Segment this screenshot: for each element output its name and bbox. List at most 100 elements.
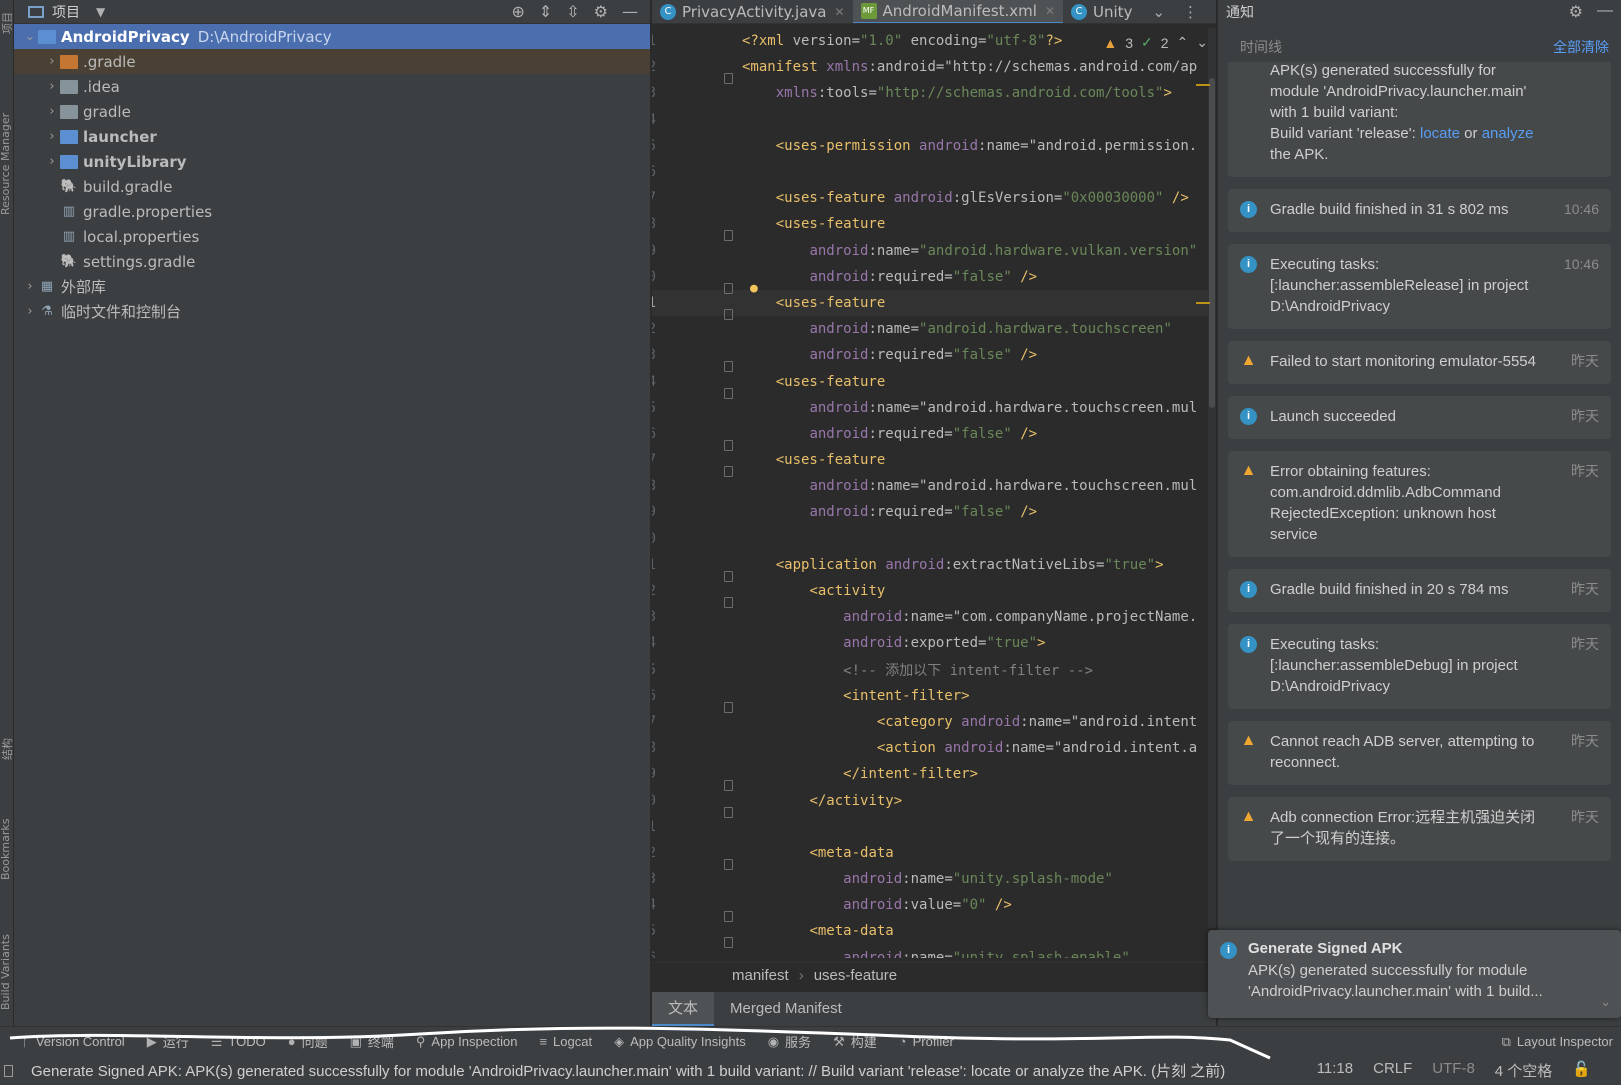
project-title[interactable]: 项目 [52, 2, 80, 22]
locate-link[interactable]: locate [1420, 125, 1460, 142]
minimize-icon[interactable]: — [622, 2, 638, 21]
status-panel-icon[interactable] [4, 1064, 13, 1077]
caret-position[interactable]: 11:18 [1317, 1060, 1353, 1081]
strip-label-build-variants[interactable]: Build Variants [0, 934, 12, 1010]
line-number[interactable]: 12 [652, 321, 664, 337]
line-number[interactable]: 17 [652, 452, 664, 468]
tool-window-version-control[interactable]: ᚴ Version Control [22, 1034, 125, 1049]
line-number[interactable]: 31 [652, 819, 664, 835]
tool-window-profiler[interactable]: ◔ Profiler [899, 1034, 954, 1049]
code-line[interactable]: 26 <intent-filter> [652, 683, 1216, 713]
line-number[interactable]: 4 [652, 112, 664, 128]
fold-icon[interactable] [724, 806, 733, 818]
lightbulb-icon[interactable]: ● [750, 281, 758, 296]
tab-text[interactable]: 文本 [652, 992, 715, 1026]
notification-card[interactable]: ▲ Adb connection Error:远程主机强迫关闭了一个现有的连接。 昨… [1228, 797, 1611, 861]
notification-card[interactable]: i Launch succeeded 昨天 [1228, 396, 1611, 439]
line-number[interactable]: 25 [652, 662, 664, 678]
line-number[interactable]: 35 [652, 923, 664, 939]
tree-item[interactable]: 🐘 build.gradle [14, 174, 650, 199]
line-number[interactable]: 20 [652, 531, 664, 547]
line-number[interactable]: 14 [652, 374, 664, 390]
line-number[interactable]: 11 [652, 295, 664, 311]
fold-icon[interactable] [724, 911, 733, 923]
tab-unity[interactable]: C Unity [1063, 0, 1140, 23]
code-line[interactable]: 7 <uses-feature android:glEsVersion="0x0… [652, 185, 1216, 211]
notification-card[interactable]: APK(s) generated successfully for module… [1228, 62, 1611, 177]
code-line[interactable]: 12 android:name="android.hardware.touchs… [652, 316, 1216, 342]
code-line[interactable]: 16 android:required="false" /> [652, 421, 1216, 451]
tool-window-app-inspection[interactable]: ⚲ App Inspection [416, 1034, 518, 1050]
code-line[interactable]: 11 <uses-feature [652, 289, 1216, 320]
chevron-right-icon[interactable]: › [22, 304, 38, 319]
analyze-link[interactable]: analyze [1482, 125, 1534, 142]
line-number[interactable]: 23 [652, 609, 664, 625]
line-number[interactable]: 6 [652, 164, 664, 180]
code-line[interactable]: 8 <uses-feature [652, 211, 1216, 242]
notification-card[interactable]: i Gradle build finished in 31 s 802 ms 10:… [1228, 189, 1611, 232]
tool-window-logcat[interactable]: ≡ Logcat [539, 1034, 592, 1049]
balloon-notification[interactable]: i Generate Signed APK APK(s) generated s… [1208, 930, 1621, 1018]
code-line[interactable]: 31 [652, 814, 1216, 840]
chevron-right-icon[interactable]: › [44, 79, 60, 94]
code-line[interactable]: 2 <manifest xmlns:android="http://schemas… [652, 54, 1216, 85]
tree-item[interactable]: ▥ local.properties [14, 224, 650, 249]
line-number[interactable]: 8 [652, 216, 664, 232]
line-number[interactable]: 10 [652, 269, 664, 285]
expand-icon[interactable]: ⌄ [1600, 994, 1611, 1010]
code-line[interactable]: 36 android:name="unity.splash-enable" [652, 945, 1216, 958]
tree-item[interactable]: › .gradle [14, 49, 650, 74]
fold-icon[interactable] [724, 701, 733, 713]
chevron-right-icon[interactable]: › [44, 154, 60, 169]
fold-icon[interactable] [724, 858, 733, 870]
code-line[interactable]: 25 <!-- 添加以下 intent-filter --> [652, 657, 1216, 683]
chevron-right-icon[interactable]: › [22, 279, 38, 294]
more-icon[interactable]: ⋮ [1183, 3, 1198, 21]
line-number[interactable]: 36 [652, 950, 664, 958]
line-number[interactable]: 28 [652, 740, 664, 756]
status-message[interactable]: Generate Signed APK: APK(s) generated su… [13, 1060, 1317, 1081]
tree-item[interactable]: › launcher [14, 124, 650, 149]
code-line[interactable]: 5 <uses-permission android:name="android… [652, 133, 1216, 159]
code-line[interactable]: 15 android:name="android.hardware.touchs… [652, 395, 1216, 421]
code-line[interactable]: 10 ● android:required="false" /> [652, 264, 1216, 296]
notification-card[interactable]: ▲ Error obtaining features: com.android.d… [1228, 451, 1611, 557]
fold-icon[interactable] [724, 73, 733, 85]
fold-icon[interactable] [724, 780, 733, 792]
warning-marker[interactable] [1196, 302, 1210, 304]
line-number[interactable]: 16 [652, 426, 664, 442]
code-line[interactable]: 32 <meta-data [652, 840, 1216, 870]
gear-icon[interactable]: ⚙ [1569, 2, 1583, 22]
code-line[interactable]: 34 android:value="0" /> [652, 892, 1216, 923]
tree-item[interactable]: › gradle [14, 99, 650, 124]
fold-icon[interactable] [724, 387, 733, 399]
tree-item[interactable]: › ⚗ 临时文件和控制台 [14, 299, 650, 324]
tabs-dropdown-icon[interactable]: ⌄ [1152, 3, 1165, 21]
expand-all-icon[interactable]: ⇕ [539, 2, 552, 21]
tree-item[interactable]: 🐘 settings.gradle [14, 249, 650, 274]
notification-card[interactable]: i Executing tasks: [:launcher:assembleDeb… [1228, 624, 1611, 709]
tool-window-build[interactable]: ⚒ 构建 [833, 1032, 877, 1051]
notification-card[interactable]: i Gradle build finished in 20 s 784 ms 昨天 [1228, 569, 1611, 612]
line-number[interactable]: 22 [652, 583, 664, 599]
line-number[interactable]: 30 [652, 793, 664, 809]
tool-window-run[interactable]: ▶ 运行 [147, 1032, 189, 1051]
fold-icon[interactable] [724, 439, 733, 451]
tab-merged-manifest[interactable]: Merged Manifest [714, 992, 858, 1026]
fold-icon[interactable] [724, 308, 733, 320]
tab-android-manifest[interactable]: MF AndroidManifest.xml ✕ [852, 0, 1064, 23]
fold-icon[interactable] [724, 282, 733, 294]
tool-window-problems[interactable]: ● 问题 [288, 1032, 328, 1051]
line-number[interactable]: 9 [652, 243, 664, 259]
tool-window-app-quality[interactable]: ◈ App Quality Insights [614, 1034, 746, 1050]
tab-privacy-activity[interactable]: C PrivacyActivity.java ✕ [652, 0, 853, 23]
code-line[interactable]: 20 [652, 526, 1216, 552]
notification-card[interactable]: ▲ Failed to start monitoring emulator-555… [1228, 341, 1611, 384]
chevron-right-icon[interactable]: › [44, 104, 60, 119]
fold-icon[interactable] [724, 230, 733, 242]
code-line[interactable]: 29 </intent-filter> [652, 761, 1216, 792]
fold-icon[interactable] [724, 937, 733, 949]
line-number[interactable]: 21 [652, 557, 664, 573]
code-line[interactable]: 14 <uses-feature [652, 368, 1216, 399]
inspection-widget[interactable]: ▲ 3 ✓ 2 ⌃ ⌄ [1103, 34, 1208, 51]
